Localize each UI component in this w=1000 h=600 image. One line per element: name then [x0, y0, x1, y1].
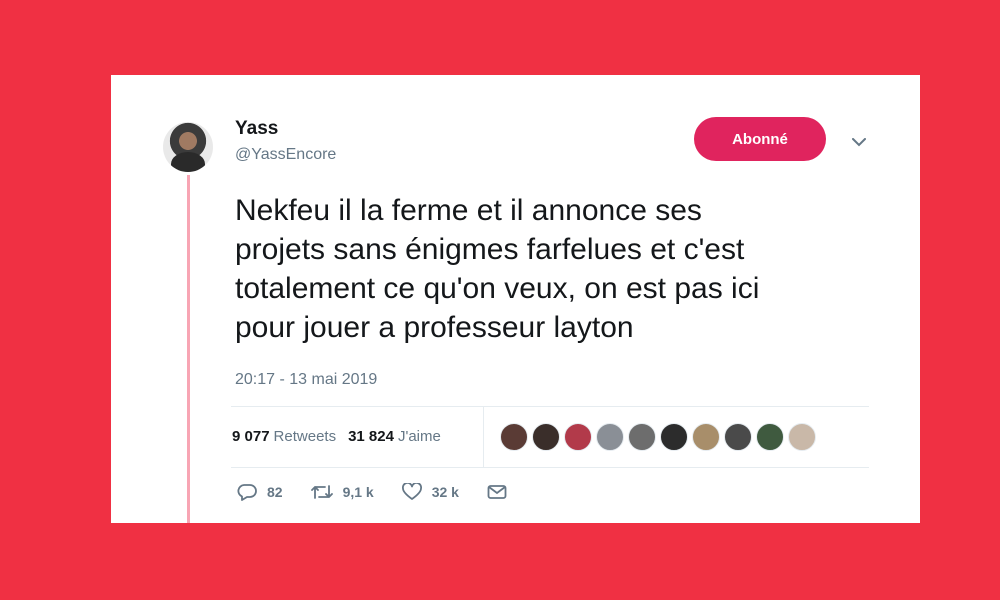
tweet-actions: 82 9,1 k 32 k	[237, 483, 545, 501]
liker-avatar-5[interactable]	[628, 423, 656, 451]
following-button[interactable]: Abonné	[694, 117, 826, 161]
likers-avatars	[500, 423, 820, 451]
tweet-timestamp[interactable]: 20:17 - 13 mai 2019	[235, 371, 377, 389]
retweets-label[interactable]: Retweets	[274, 428, 337, 445]
author-name[interactable]: Yass	[235, 118, 278, 140]
liker-avatar-7[interactable]	[692, 423, 720, 451]
tweet-card: Yass @YassEncore Abonné Nekfeu il la fer…	[111, 75, 920, 523]
like-count: 32 k	[431, 484, 459, 500]
liker-avatar-8[interactable]	[724, 423, 752, 451]
reply-count: 82	[267, 484, 283, 500]
liker-avatar-2[interactable]	[532, 423, 560, 451]
tweet-text: Nekfeu il la ferme et il annonce ses pro…	[235, 194, 760, 344]
divider	[231, 467, 869, 468]
liker-avatar-3[interactable]	[564, 423, 592, 451]
liker-avatar-1[interactable]	[500, 423, 528, 451]
retweet-action[interactable]: 9,1 k	[310, 483, 374, 501]
like-action[interactable]: 32 k	[401, 483, 459, 501]
divider	[483, 406, 484, 467]
retweet-icon	[310, 485, 333, 499]
retweets-count[interactable]: 9 077	[232, 428, 270, 445]
author-handle[interactable]: @YassEncore	[235, 146, 336, 164]
reply-action[interactable]: 82	[237, 483, 283, 501]
direct-message-action[interactable]	[487, 484, 517, 500]
chevron-down-icon[interactable]	[848, 131, 870, 153]
likes-label[interactable]: J'aime	[398, 428, 441, 445]
liker-avatar-9[interactable]	[756, 423, 784, 451]
envelope-icon	[487, 485, 507, 499]
likes-count[interactable]: 31 824	[348, 428, 394, 445]
thread-line	[187, 175, 190, 523]
reply-icon	[237, 484, 257, 501]
author-avatar[interactable]	[163, 122, 213, 172]
retweet-count: 9,1 k	[342, 484, 374, 500]
heart-icon	[401, 483, 422, 500]
tweet-stats: 9 077 Retweets 31 824 J'aime	[232, 428, 453, 445]
liker-avatar-6[interactable]	[660, 423, 688, 451]
divider	[231, 406, 869, 407]
liker-avatar-10[interactable]	[788, 423, 816, 451]
liker-avatar-4[interactable]	[596, 423, 624, 451]
